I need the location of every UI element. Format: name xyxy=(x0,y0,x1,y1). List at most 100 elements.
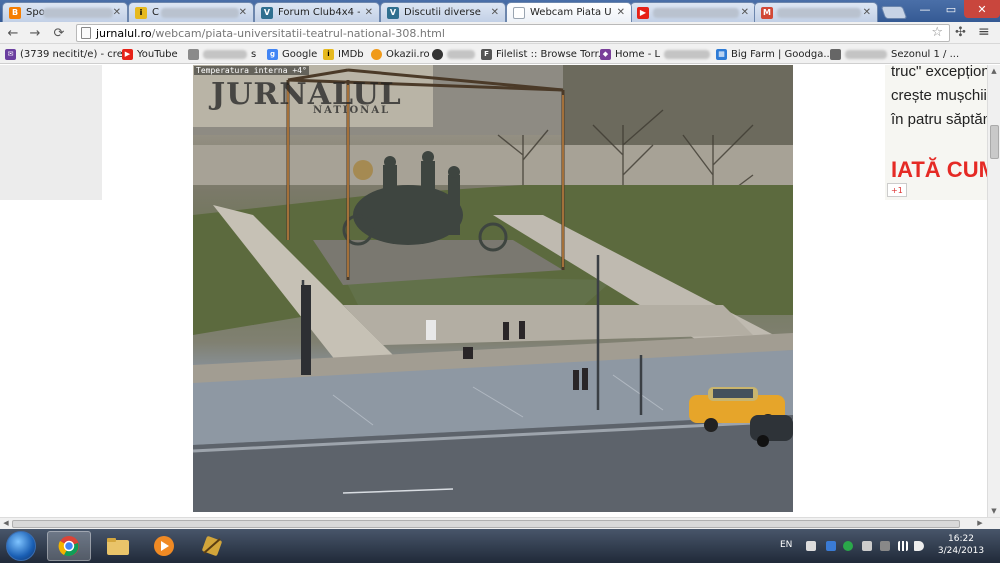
horizontal-scroll-thumb[interactable] xyxy=(12,520,960,528)
new-tab-button[interactable] xyxy=(880,6,908,19)
bookmark-home[interactable]: ◆ Home - L xyxy=(600,47,711,61)
webcam-image: Temperatura interna +4° JURNALUL NATIONA… xyxy=(193,65,793,512)
volume-icon[interactable] xyxy=(914,541,924,551)
address-bar[interactable]: jurnalul.ro/webcam/piata-universitatii-t… xyxy=(76,24,950,42)
taskbar-chrome[interactable] xyxy=(47,531,91,561)
redacted-text xyxy=(845,49,887,59)
imdb-icon: i xyxy=(135,6,147,19)
system-clock[interactable]: 16:22 3/24/2013 xyxy=(928,533,994,557)
scroll-right-arrow[interactable]: ▶ xyxy=(974,519,986,527)
blogger-icon: B xyxy=(9,6,21,19)
redacted-text xyxy=(43,8,113,18)
tab-blogger[interactable]: B Spo ✕ xyxy=(2,2,128,22)
maximize-button[interactable]: ▭ xyxy=(938,0,964,18)
tray-app-icon[interactable] xyxy=(806,541,816,551)
redacted-text xyxy=(664,49,711,59)
filelist-icon: F xyxy=(481,48,492,60)
bookmark-imdb[interactable]: i IMDb xyxy=(323,47,364,61)
page-icon xyxy=(513,6,525,19)
reload-button[interactable]: ⟳ xyxy=(50,25,68,41)
bookmark-label: IMDb xyxy=(338,48,364,60)
vertical-scrollbar[interactable]: ▲ ▼ xyxy=(987,65,1000,517)
close-icon[interactable]: ✕ xyxy=(617,7,625,18)
bookmark-label: Sezonul 1 / ... xyxy=(891,48,960,60)
tab-youtube[interactable]: ▶ ✕ xyxy=(630,2,756,22)
bookmark-label: Okazii.ro xyxy=(386,48,430,60)
bookmark-redacted-2[interactable] xyxy=(432,47,479,61)
minimize-button[interactable]: — xyxy=(912,0,938,18)
bookmark-yahoo-mail[interactable]: ✉ (3739 necitit/e) - cre... xyxy=(5,47,132,61)
bookmark-filelist[interactable]: F Filelist :: Browse Torr... xyxy=(481,47,607,61)
close-icon[interactable]: ✕ xyxy=(863,7,871,18)
bookmark-label: Home - L xyxy=(615,48,661,60)
ad-text-line: în patru săptăm xyxy=(891,111,987,128)
youtube-icon: ▶ xyxy=(637,6,649,19)
bookmark-icon xyxy=(432,48,443,60)
extension-icon[interactable]: ✣ xyxy=(955,25,966,40)
network-icon[interactable] xyxy=(826,541,836,551)
url-path: /webcam/piata-universitatii-teatrul-nati… xyxy=(151,26,445,40)
tab-title: Discutii diverse xyxy=(404,7,481,18)
horizontal-scrollbar[interactable]: ◀ ▶ xyxy=(0,517,1000,529)
language-indicator[interactable]: EN xyxy=(780,540,792,550)
close-icon[interactable]: ✕ xyxy=(491,7,499,18)
advertisement-banner[interactable]: truc" excepțion crește mușchii t în patr… xyxy=(885,65,987,200)
taskbar-app[interactable] xyxy=(190,531,234,561)
tab-webcam-piata[interactable]: Webcam Piata Unive ✕ xyxy=(506,2,632,22)
webcam-scene xyxy=(193,65,793,512)
bookmark-sezonul[interactable]: Sezonul 1 / ... xyxy=(830,47,959,61)
start-button[interactable] xyxy=(6,531,36,561)
scroll-up-arrow[interactable]: ▲ xyxy=(988,67,1000,75)
redacted-text xyxy=(447,49,475,59)
vertical-scroll-thumb[interactable] xyxy=(990,125,999,159)
taskbar-media-player[interactable] xyxy=(142,531,186,561)
tab-gmail[interactable]: M ✕ xyxy=(754,2,878,22)
gmail-icon: M xyxy=(761,6,773,19)
bookmark-icon xyxy=(830,48,841,60)
okazii-icon xyxy=(371,48,382,60)
close-icon[interactable]: ✕ xyxy=(113,7,121,18)
tab-title: Webcam Piata Unive xyxy=(530,7,612,18)
tab-forum-club4x4[interactable]: V Forum Club4x4 - R ✕ xyxy=(254,2,380,22)
security-icon[interactable] xyxy=(843,541,853,551)
home-icon: ◆ xyxy=(600,48,611,60)
webcam-temperature-overlay: Temperatura interna +4° xyxy=(194,66,309,75)
url-host: jurnalul.ro xyxy=(96,26,152,40)
taskbar-explorer[interactable] xyxy=(96,531,140,561)
bookmark-okazii[interactable]: Okazii.ro xyxy=(371,47,430,61)
signal-icon[interactable] xyxy=(898,541,908,551)
chrome-icon xyxy=(58,536,79,557)
google-plus-one-button[interactable]: +1 xyxy=(887,183,907,197)
bookmark-google[interactable]: g Google xyxy=(267,47,317,61)
forward-button[interactable]: → xyxy=(26,25,44,41)
bookmark-label: Big Farm | Goodga... xyxy=(731,48,833,60)
bookmarks-bar: ✉ (3739 necitit/e) - cre... ▶ YouTube s … xyxy=(0,44,1000,64)
bookmark-star-icon[interactable]: ☆ xyxy=(931,25,943,40)
bookmark-redacted[interactable]: s xyxy=(188,47,256,61)
bookmark-icon xyxy=(188,48,199,60)
media-player-icon xyxy=(154,536,174,556)
action-center-icon[interactable] xyxy=(862,541,872,551)
page-content: Temperatura interna +4° JURNALUL NATIONA… xyxy=(0,65,987,517)
scroll-left-arrow[interactable]: ◀ xyxy=(0,519,12,527)
back-button[interactable]: ← xyxy=(4,25,22,41)
menu-icon[interactable]: ≡ xyxy=(978,24,990,40)
ad-cta[interactable]: IATĂ CUM xyxy=(891,157,987,183)
bookmark-label: s xyxy=(251,48,257,60)
tab-discutii-diverse[interactable]: V Discutii diverse ✕ xyxy=(380,2,506,22)
redacted-text xyxy=(777,8,861,18)
browser-toolbar: ← → ⟳ jurnalul.ro/webcam/piata-universit… xyxy=(0,22,1000,44)
bookmark-label: Google xyxy=(282,48,318,60)
scroll-down-arrow[interactable]: ▼ xyxy=(988,507,1000,515)
close-icon[interactable]: ✕ xyxy=(239,7,247,18)
folder-icon xyxy=(107,538,129,555)
close-icon[interactable]: ✕ xyxy=(741,7,749,18)
bookmark-youtube[interactable]: ▶ YouTube xyxy=(122,47,178,61)
power-icon[interactable] xyxy=(880,541,890,551)
redacted-text xyxy=(161,8,239,18)
tab-strip: B Spo ✕ i C ✕ V Forum Club4x4 - R ✕ V Di… xyxy=(0,0,1000,22)
close-icon[interactable]: ✕ xyxy=(365,7,373,18)
tab-imdb[interactable]: i C ✕ xyxy=(128,2,254,22)
close-window-button[interactable]: ✕ xyxy=(964,0,1000,18)
bookmark-big-farm[interactable]: ▦ Big Farm | Goodga... xyxy=(716,47,833,61)
